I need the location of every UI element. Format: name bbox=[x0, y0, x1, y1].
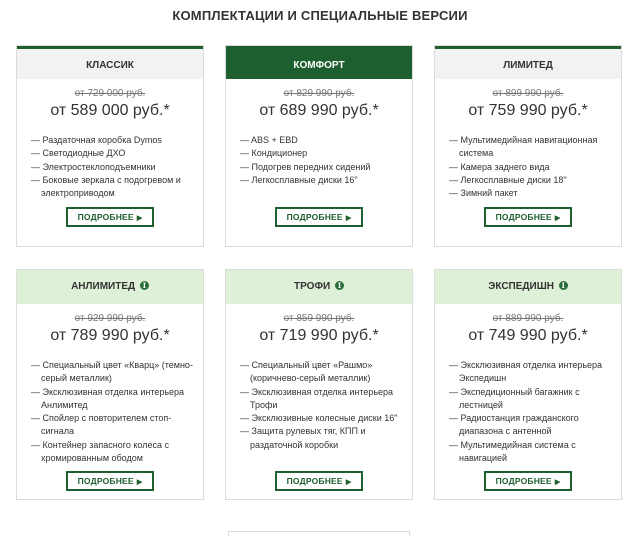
trim-card-unlimited: АНЛИМИТЕД i от 929 990 руб. от 789 990 р… bbox=[16, 269, 204, 500]
feature-item: Контейнер запасного колеса с хромированн… bbox=[31, 439, 203, 466]
feature-item: Мультимедийная навигационная система bbox=[449, 134, 621, 161]
feature-list: Мультимедийная навигационная система Кам… bbox=[449, 134, 621, 200]
feature-item: Легкосплавные диски 16" bbox=[240, 174, 412, 187]
more-button-label: ПОДРОБНЕЕ bbox=[77, 212, 134, 222]
trim-card-limited: ЛИМИТЕД от 899 990 руб. от 759 990 руб.*… bbox=[434, 45, 622, 247]
new-price: от 689 990 руб.* bbox=[259, 102, 379, 119]
old-price: от 929 990 руб. bbox=[74, 313, 146, 324]
more-button-label: ПОДРОБНЕЕ bbox=[286, 212, 343, 222]
more-button[interactable]: ПОДРОБНЕЕ ▶ bbox=[66, 207, 154, 227]
feature-item: ABS + EBD bbox=[240, 134, 412, 147]
feature-list: Раздаточная коробка Dymos Светодиодные Д… bbox=[31, 134, 203, 200]
feature-item: Специальный цвет «Кварц» (темно-серый ме… bbox=[31, 359, 203, 386]
more-button[interactable]: ПОДРОБНЕЕ ▶ bbox=[275, 207, 363, 227]
more-button-label: ПОДРОБНЕЕ bbox=[286, 476, 343, 486]
more-button[interactable]: ПОДРОБНЕЕ ▶ bbox=[484, 471, 572, 491]
new-price: от 589 000 руб.* bbox=[50, 102, 170, 119]
trim-card-title: ЭКСПЕДИШН bbox=[488, 281, 554, 292]
chevron-right-icon: ▶ bbox=[554, 479, 561, 486]
feature-item: Электростеклоподъемники bbox=[31, 161, 203, 174]
feature-item: Боковые зеркала с подогревом и электропр… bbox=[31, 174, 203, 201]
new-price: от 759 990 руб.* bbox=[468, 102, 588, 119]
feature-item: Мультимедийная система с навигацией bbox=[449, 439, 621, 466]
trim-card-expedition: ЭКСПЕДИШН i от 889 990 руб. от 749 990 р… bbox=[434, 269, 622, 500]
trim-card-title: АНЛИМИТЕД bbox=[71, 281, 136, 292]
section-title: КОМПЛЕКТАЦИИ И СПЕЦИАЛЬНЫЕ ВЕРСИИ bbox=[172, 8, 468, 23]
old-price: от 859 990 руб. bbox=[283, 313, 355, 324]
info-icon[interactable]: i bbox=[334, 280, 344, 290]
feature-item: Спойлер с повторителем стоп-сигнала bbox=[31, 412, 203, 439]
old-price: от 889 990 руб. bbox=[492, 313, 564, 324]
trim-card-title: ТРОФИ bbox=[294, 281, 331, 292]
feature-item: Подогрев передних сидений bbox=[240, 161, 412, 174]
feature-item: Эксклюзивные колесные диски 16" bbox=[240, 412, 412, 425]
trim-card-header[interactable]: ЛИМИТЕД bbox=[435, 46, 621, 79]
feature-item: Легкосплавные диски 18" bbox=[449, 174, 621, 187]
trim-card-header[interactable]: ТРОФИ i bbox=[226, 270, 412, 304]
feature-item: Эксклюзивная отделка интерьера Экспедишн bbox=[449, 359, 621, 386]
feature-list: ABS + EBD Кондиционер Подогрев передних … bbox=[240, 134, 412, 187]
more-button-label: ПОДРОБНЕЕ bbox=[77, 476, 134, 486]
more-button[interactable]: ПОДРОБНЕЕ ▶ bbox=[484, 207, 572, 227]
new-price: от 789 990 руб.* bbox=[50, 327, 170, 344]
feature-list: Специальный цвет «Кварц» (темно-серый ме… bbox=[31, 359, 203, 465]
feature-item: Эксклюзивная отделка интерьера Трофи bbox=[240, 386, 412, 413]
trim-card-header[interactable]: АНЛИМИТЕД i bbox=[17, 270, 203, 304]
trim-card-comfort: КОМФОРТ от 829 990 руб. от 689 990 руб.*… bbox=[225, 45, 413, 247]
next-section-stub bbox=[228, 531, 410, 536]
old-price: от 899 990 руб. bbox=[492, 88, 564, 99]
feature-list: Специальный цвет «Рашмо» (коричнево-серы… bbox=[240, 359, 412, 452]
more-button-label: ПОДРОБНЕЕ bbox=[495, 212, 552, 222]
feature-item: Специальный цвет «Рашмо» (коричнево-серы… bbox=[240, 359, 412, 386]
feature-item: Эксклюзивная отделка интерьера Анлимитед bbox=[31, 386, 203, 413]
old-price: от 829 990 руб. bbox=[283, 88, 355, 99]
feature-item: Кондиционер bbox=[240, 147, 412, 160]
old-price: от 729 000 руб. bbox=[74, 88, 146, 99]
trim-card-header[interactable]: КОМФОРТ bbox=[226, 46, 412, 79]
chevron-right-icon: ▶ bbox=[345, 215, 352, 222]
feature-item: Радиостанция гражданского диапазона с ан… bbox=[449, 412, 621, 439]
trim-card-trophy: ТРОФИ i от 859 990 руб. от 719 990 руб.*… bbox=[225, 269, 413, 500]
trim-card-header[interactable]: КЛАССИК bbox=[17, 46, 203, 79]
chevron-right-icon: ▶ bbox=[345, 479, 352, 486]
feature-item: Зимний пакет bbox=[449, 187, 621, 200]
feature-item: Экспедиционный багажник с лестницей bbox=[449, 386, 621, 413]
feature-item: Светодиодные ДХО bbox=[31, 147, 203, 160]
feature-list: Эксклюзивная отделка интерьера Экспедишн… bbox=[449, 359, 621, 465]
chevron-right-icon: ▶ bbox=[136, 215, 143, 222]
chevron-right-icon: ▶ bbox=[136, 479, 143, 486]
feature-item: Камера заднего вида bbox=[449, 161, 621, 174]
feature-item: Раздаточная коробка Dymos bbox=[31, 134, 203, 147]
trim-card-header[interactable]: ЭКСПЕДИШН i bbox=[435, 270, 621, 304]
feature-item: Защита рулевых тяг, КПП и раздаточной ко… bbox=[240, 425, 412, 452]
chevron-right-icon: ▶ bbox=[554, 215, 561, 222]
more-button-label: ПОДРОБНЕЕ bbox=[495, 476, 552, 486]
info-icon[interactable]: i bbox=[139, 280, 149, 290]
info-icon[interactable]: i bbox=[558, 280, 568, 290]
new-price: от 749 990 руб.* bbox=[468, 327, 588, 344]
trim-card-classic: КЛАССИК от 729 000 руб. от 589 000 руб.*… bbox=[16, 45, 204, 247]
more-button[interactable]: ПОДРОБНЕЕ ▶ bbox=[66, 471, 154, 491]
new-price: от 719 990 руб.* bbox=[259, 327, 379, 344]
more-button[interactable]: ПОДРОБНЕЕ ▶ bbox=[275, 471, 363, 491]
